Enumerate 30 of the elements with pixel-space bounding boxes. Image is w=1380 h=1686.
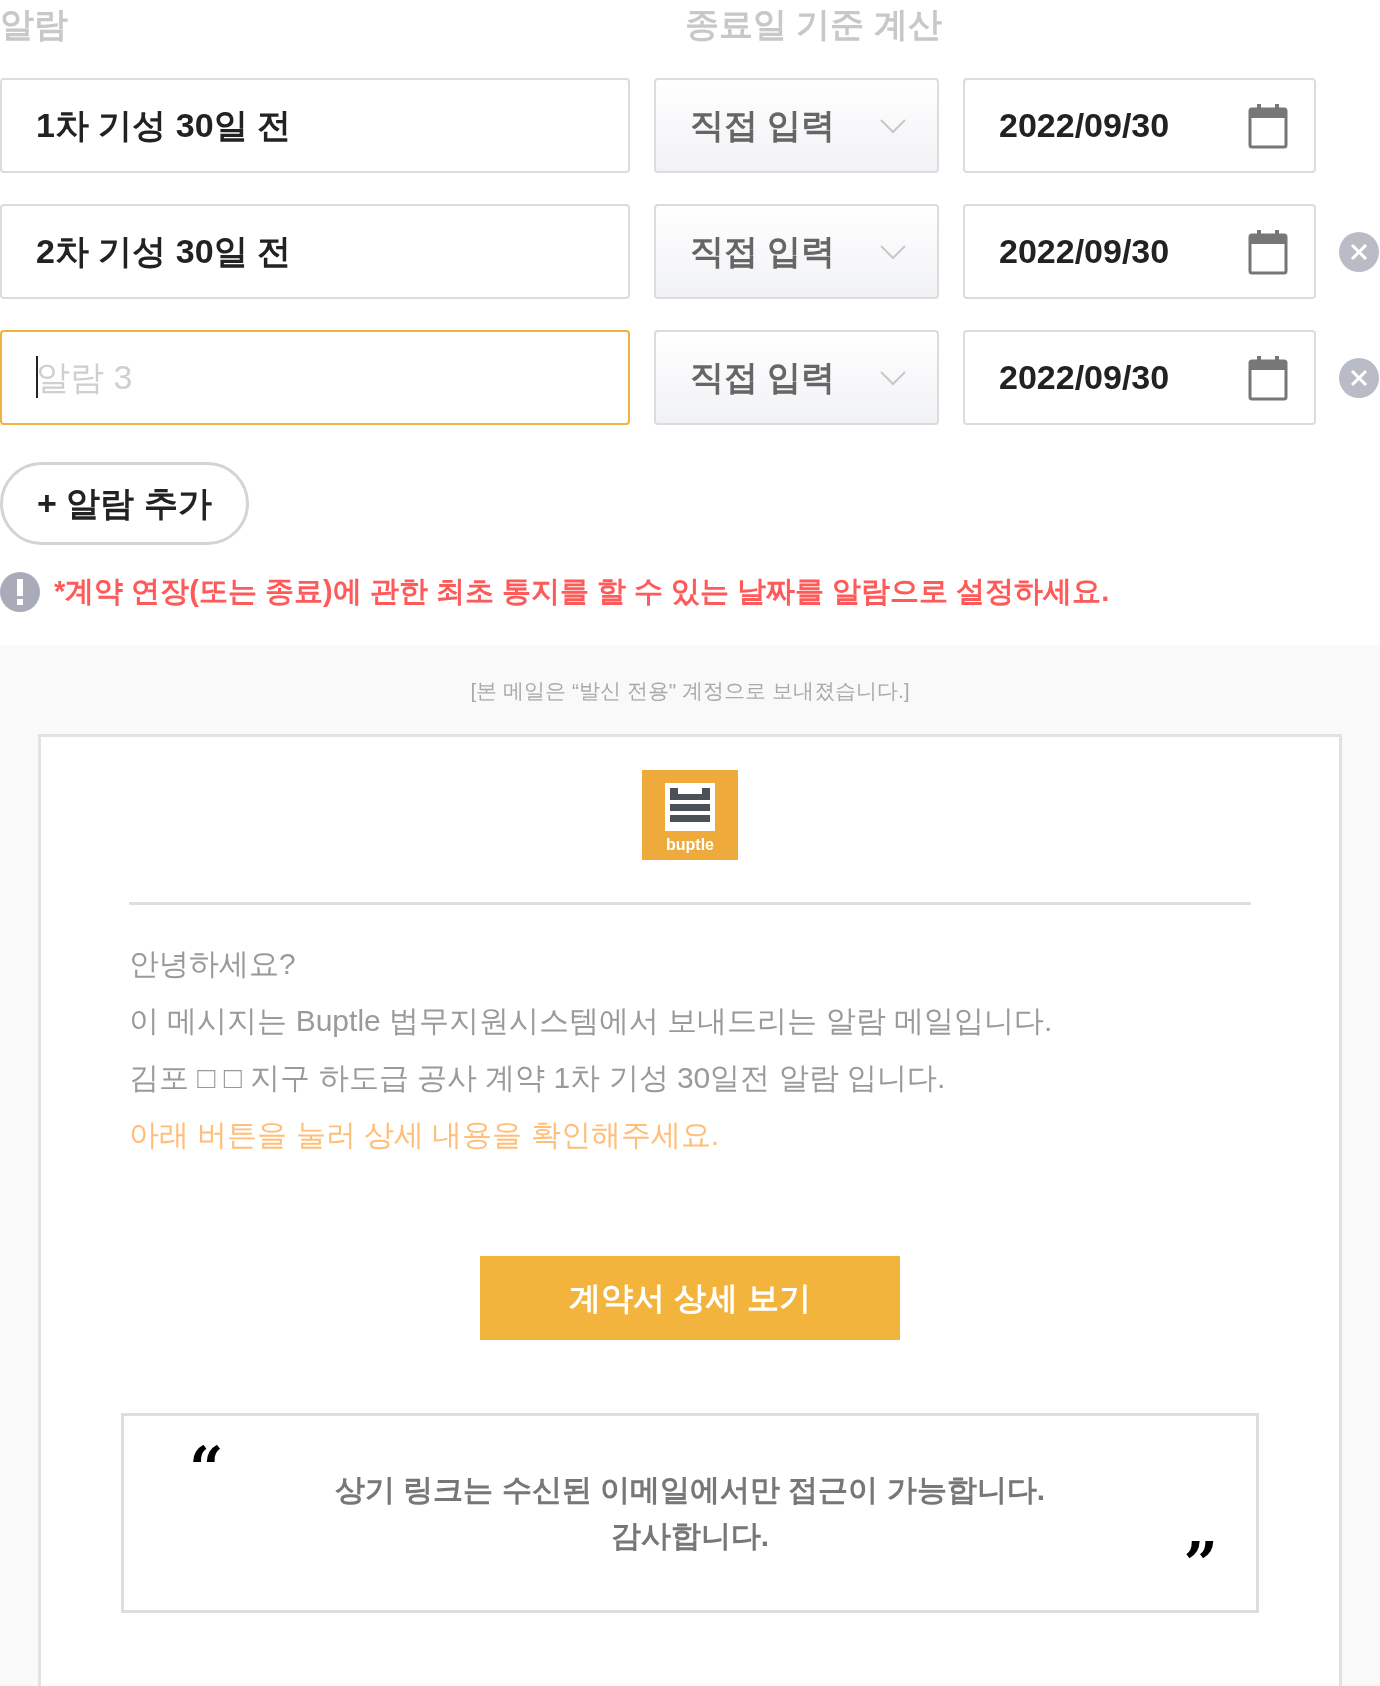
quote-text: 상기 링크는 수신된 이메일에서만 접근이 가능합니다. xyxy=(335,1471,1045,1508)
chevron-down-icon xyxy=(879,117,907,134)
quote-mark: ” xyxy=(1183,1533,1218,1594)
calendar-icon[interactable] xyxy=(1248,228,1288,275)
chevron-down-icon xyxy=(879,243,907,260)
notice-text: [본 메일은 “발신 전용" 계정으로 보내졌습니다.] xyxy=(470,679,910,702)
calendar-icon[interactable] xyxy=(1248,102,1288,149)
close-icon xyxy=(1349,367,1369,388)
message-text: 안녕하세요? xyxy=(129,945,297,982)
warning-text: *계약 연장(또는 종료)에 관한 최초 통지를 할 수 있는 날짜를 알람으로 설정하세요. xyxy=(54,574,1110,610)
chevron-down-icon xyxy=(879,369,907,386)
date-field[interactable]: 2022/09/30 xyxy=(963,204,1316,299)
method-dropdown[interactable]: 직접 입력 xyxy=(654,78,939,173)
quote-mark: “ xyxy=(189,1437,224,1498)
message-text: 이 메시지는 Buptle 법무지원시스템에서 보내드리는 알람 메일입니다. xyxy=(129,1002,1054,1039)
input-field[interactable]: 1차 기성 30일 전 xyxy=(0,78,630,173)
quote-text: 감사합니다. xyxy=(610,1517,770,1554)
add-alarm-button[interactable]: + 알람 추가 xyxy=(0,462,249,545)
close-icon xyxy=(1349,241,1369,262)
message-text: 김포 □ □ 지구 하도급 공사 계약 1차 기성 30일전 알람 입니다. xyxy=(129,1059,947,1096)
warning-icon xyxy=(0,572,40,612)
method-dropdown[interactable]: 직접 입력 xyxy=(654,330,939,425)
date-field[interactable]: 2022/09/30 xyxy=(963,330,1316,425)
input-field[interactable]: 2차 기성 30일 전 xyxy=(0,204,630,299)
method-dropdown[interactable]: 직접 입력 xyxy=(654,204,939,299)
calendar-icon[interactable] xyxy=(1248,354,1288,401)
date-field[interactable]: 2022/09/30 xyxy=(963,78,1316,173)
text-cursor xyxy=(36,356,38,398)
message-text: 아래 버튼을 눌러 상세 내용을 확인해주세요. xyxy=(129,1116,720,1153)
logo: buptle xyxy=(642,769,738,860)
